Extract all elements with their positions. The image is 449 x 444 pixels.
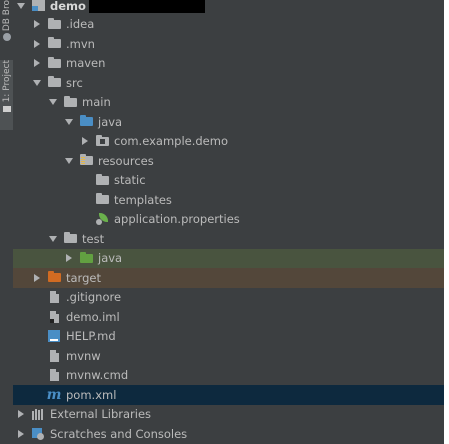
tree-item-mvnw-cmd[interactable]: mvnw.cmd (13, 366, 449, 386)
tree-label: .mvn (66, 36, 95, 51)
chevron-down-icon[interactable] (63, 155, 75, 167)
file-icon (47, 349, 61, 362)
maven-icon: m (46, 386, 62, 403)
tree-label: static (114, 173, 146, 188)
tree-item-static[interactable]: static (13, 171, 449, 191)
tree-label: mvnw.cmd (66, 368, 129, 383)
tree-label: test (82, 231, 105, 246)
chevron-right-icon[interactable] (31, 57, 43, 69)
folder-icon (47, 37, 61, 50)
tool-window-strip: DB Bro 1: Project (0, 0, 14, 444)
tree-label: java (98, 114, 123, 129)
markdown-file-icon (47, 330, 61, 343)
tree-item-java-test[interactable]: java (13, 248, 444, 268)
project-tab[interactable]: 1: Project (0, 60, 13, 130)
tree-item-main[interactable]: main (13, 93, 449, 113)
tree-item-resources[interactable]: resources (13, 151, 449, 171)
tree-item-java-main[interactable]: java (13, 112, 449, 132)
tree-label: com.example.demo (114, 134, 228, 149)
folder-icon (47, 76, 61, 89)
tree-label: HELP.md (66, 329, 116, 344)
tree-item-mvn[interactable]: .mvn (13, 34, 449, 54)
tree-label: demo (50, 0, 86, 13)
tree-item-pom-xml[interactable]: m pom.xml (13, 385, 444, 405)
source-folder-icon (79, 115, 93, 128)
tree-item-src[interactable]: src (13, 73, 449, 93)
tree-item-application-properties[interactable]: application.properties (13, 210, 449, 230)
scratches-icon (31, 427, 45, 440)
libraries-icon (31, 408, 45, 420)
chevron-right-icon[interactable] (31, 18, 43, 30)
folder-icon (2, 106, 11, 113)
folder-icon (95, 173, 109, 186)
file-icon (47, 369, 61, 382)
chevron-right-icon[interactable] (31, 272, 43, 284)
tree-label: pom.xml (66, 387, 117, 402)
ide-window: DB Bro 1: Project demo .idea .mvn maven … (0, 0, 449, 444)
project-tree: demo .idea .mvn maven src main java com.… (13, 0, 444, 444)
tree-label: demo.iml (66, 309, 120, 324)
chevron-right-icon[interactable] (79, 135, 91, 147)
tree-item-help-md[interactable]: HELP.md (13, 327, 449, 347)
db-browser-tab[interactable]: DB Bro (0, 0, 13, 46)
tree-label: templates (114, 192, 172, 207)
folder-icon (47, 56, 61, 69)
tree-label: Scratches and Consoles (50, 426, 188, 441)
tree-item-package[interactable]: com.example.demo (13, 132, 449, 152)
tree-item-target[interactable]: target (13, 268, 444, 288)
module-folder-icon (31, 0, 45, 12)
file-icon (47, 291, 61, 304)
chevron-right-icon[interactable] (15, 408, 27, 420)
chevron-down-icon[interactable] (47, 233, 59, 245)
spring-properties-icon (95, 213, 109, 226)
tree-label: maven (66, 56, 106, 71)
tree-item-templates[interactable]: templates (13, 190, 449, 210)
tree-item-test[interactable]: test (13, 229, 449, 249)
chevron-down-icon[interactable] (31, 77, 43, 89)
folder-icon (63, 95, 77, 108)
test-folder-icon (79, 251, 93, 264)
tree-label: resources (98, 153, 154, 168)
package-icon (95, 134, 109, 147)
tree-item-gitignore[interactable]: .gitignore (13, 288, 449, 308)
tree-label: main (82, 95, 111, 110)
chevron-down-icon[interactable] (47, 96, 59, 108)
tree-label: .gitignore (66, 290, 122, 305)
tree-label: application.properties (114, 212, 240, 227)
iml-file-icon (47, 310, 61, 323)
tree-root-demo[interactable]: demo (13, 0, 446, 16)
tree-label: java (98, 251, 123, 266)
chevron-right-icon[interactable] (31, 38, 43, 50)
tree-label: .idea (66, 17, 95, 32)
chevron-down-icon[interactable] (63, 116, 75, 128)
tree-item-external-libraries[interactable]: External Libraries (13, 405, 446, 425)
tree-item-maven[interactable]: maven (13, 54, 449, 74)
window-edge (444, 0, 449, 444)
tree-item-mvnw[interactable]: mvnw (13, 346, 449, 366)
redacted-path (88, 0, 205, 13)
database-icon (2, 33, 11, 42)
tree-label: mvnw (66, 348, 101, 363)
folder-icon (47, 17, 61, 30)
chevron-down-icon[interactable] (15, 0, 27, 12)
project-tab-label: 1: Project (1, 60, 12, 103)
tree-label: External Libraries (50, 407, 152, 422)
db-browser-tab-label: DB Bro (1, 0, 12, 32)
resources-folder-icon (79, 154, 93, 167)
excluded-folder-icon (47, 271, 61, 284)
tree-label: target (66, 270, 101, 285)
tree-label: src (66, 75, 83, 90)
tree-item-idea[interactable]: .idea (13, 15, 449, 35)
folder-icon (95, 193, 109, 206)
chevron-right-icon[interactable] (63, 252, 75, 264)
chevron-right-icon[interactable] (15, 428, 27, 440)
folder-icon (63, 232, 77, 245)
tree-item-demo-iml[interactable]: demo.iml (13, 307, 449, 327)
tree-item-scratches[interactable]: Scratches and Consoles (13, 424, 446, 444)
